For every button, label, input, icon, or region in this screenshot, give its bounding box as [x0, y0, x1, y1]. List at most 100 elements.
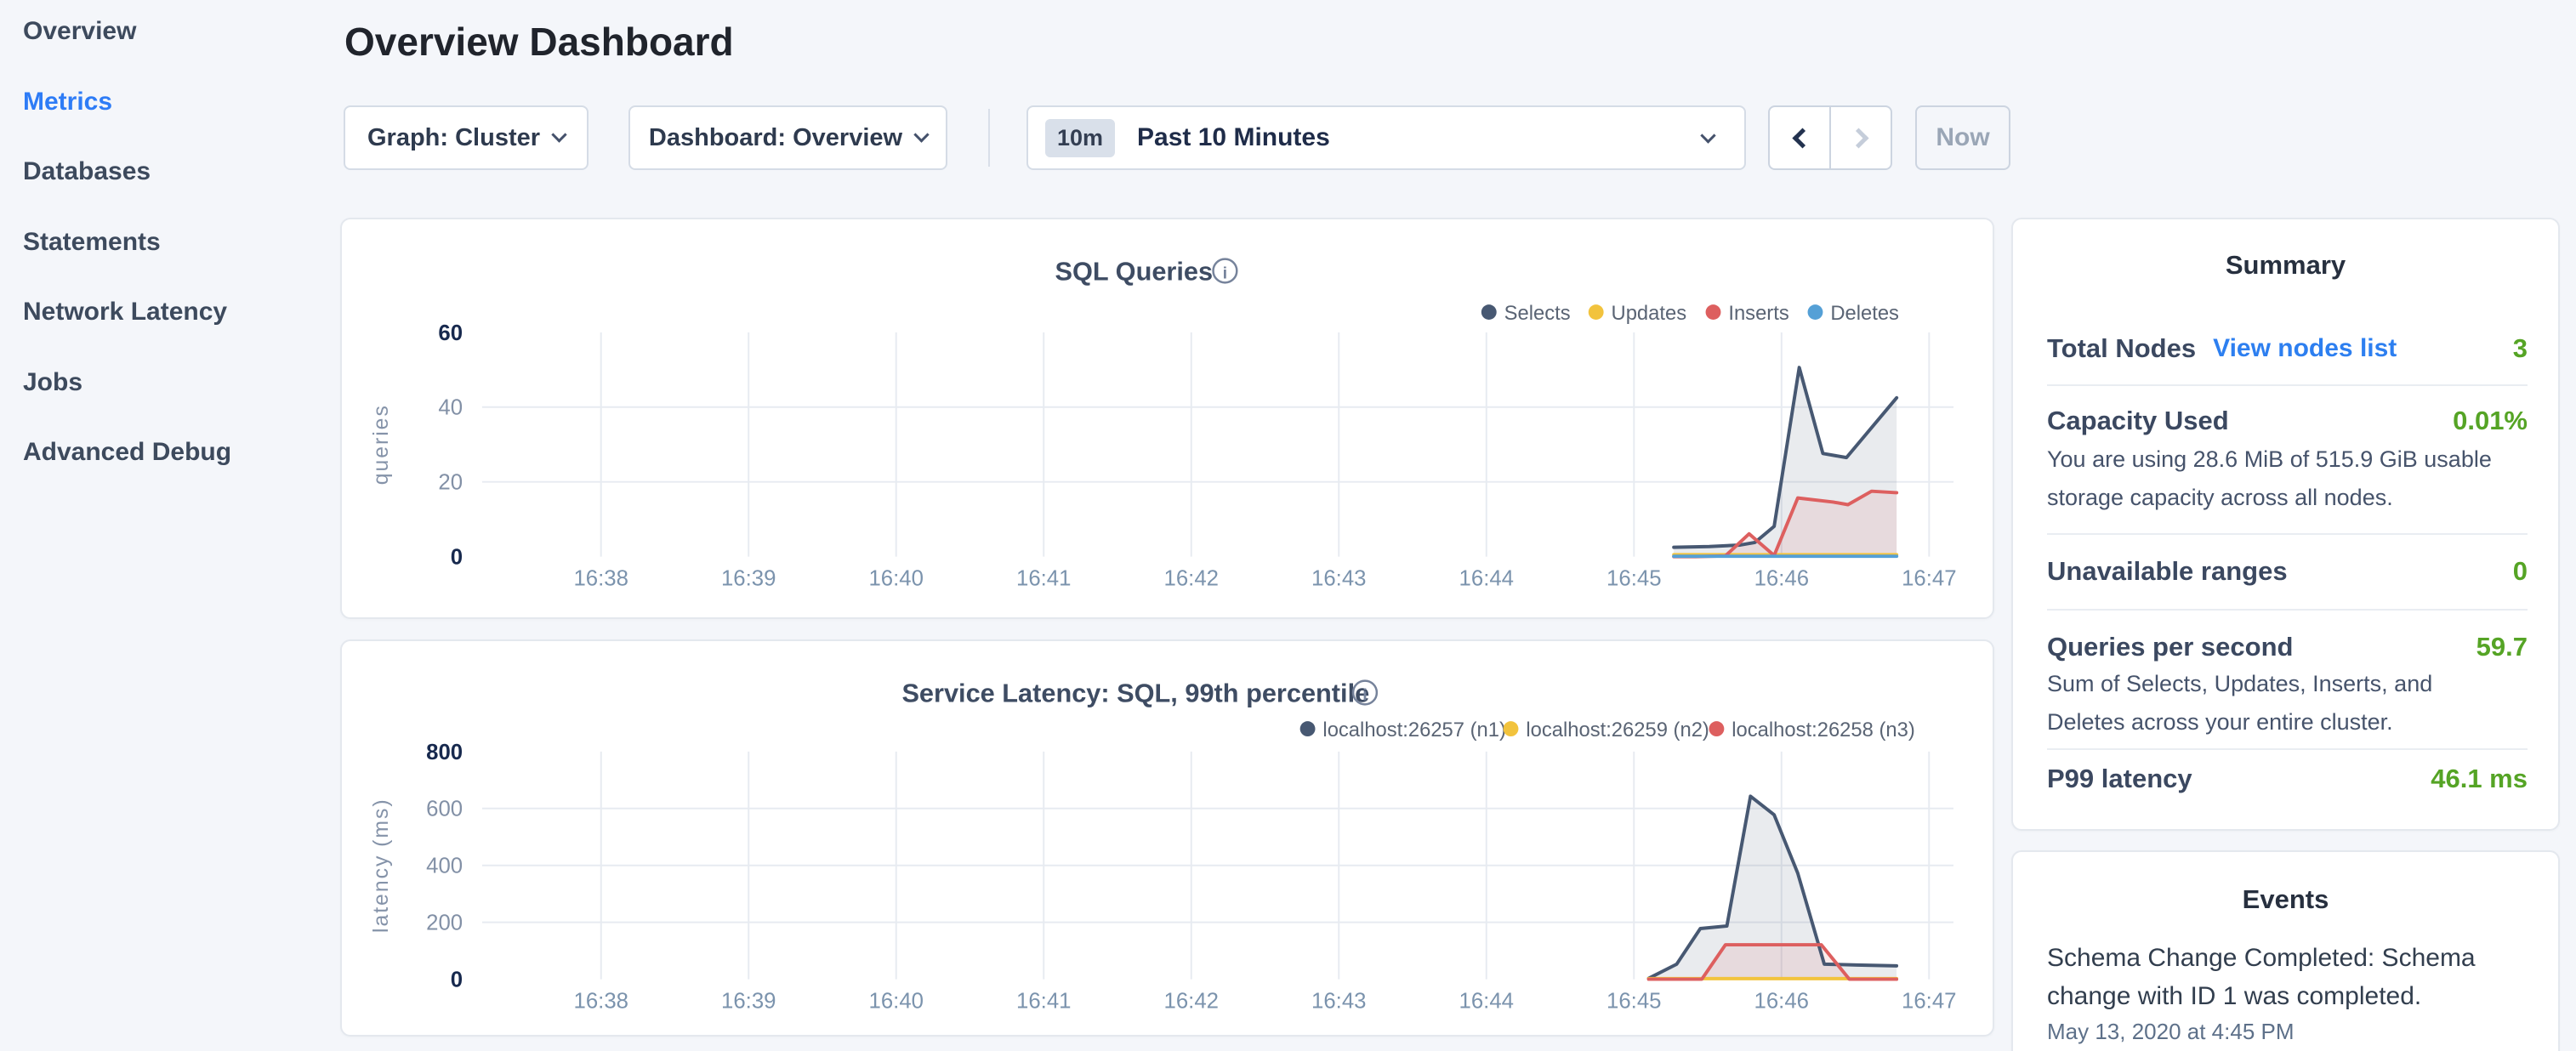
- sidebar-item-statements[interactable]: Statements: [23, 225, 161, 259]
- legend-dot: [1706, 304, 1721, 320]
- y-axis-tick-label: 60: [438, 321, 463, 345]
- x-axis-tick-label: 16:46: [1754, 566, 1809, 590]
- x-axis-tick-label: 16:41: [1016, 566, 1071, 590]
- x-axis-tick-label: 16:41: [1016, 989, 1071, 1013]
- service-latency-chart: 16:3816:3916:4016:4116:4216:4316:4416:45…: [342, 641, 1993, 1035]
- view-nodes-list-link[interactable]: View nodes list: [2213, 334, 2397, 363]
- graph-dropdown[interactable]: Graph: Cluster: [344, 105, 589, 170]
- legend-label: localhost:26258 (n3): [1732, 719, 1915, 741]
- graph-dropdown-label: Graph: Cluster: [367, 124, 540, 152]
- summary-row-queries-per-second: Queries per second 59.7: [2047, 625, 2528, 669]
- page-title: Overview Dashboard: [344, 19, 734, 65]
- x-axis-tick-label: 16:47: [1902, 566, 1956, 590]
- dashboard-dropdown-label: Dashboard: Overview: [649, 124, 902, 152]
- now-button[interactable]: Now: [1915, 105, 2010, 170]
- summary-value: 0: [2513, 556, 2528, 587]
- event-item-timestamp: May 13, 2020 at 4:45 PM: [2047, 1019, 2295, 1045]
- x-axis-tick-label: 16:47: [1902, 989, 1956, 1013]
- sidebar-item-overview[interactable]: Overview: [23, 14, 136, 48]
- sql-queries-chart: 16:3816:3916:4016:4116:4216:4316:4416:45…: [342, 219, 1993, 617]
- time-step-forward-button[interactable]: [1829, 107, 1891, 168]
- x-axis-tick-label: 16:39: [721, 566, 776, 590]
- sidebar: Overview Metrics Databases Statements Ne…: [0, 0, 340, 1051]
- y-axis-tick-label: 800: [426, 741, 463, 764]
- summary-value: 46.1 ms: [2431, 764, 2528, 794]
- time-step-back-button[interactable]: [1770, 107, 1829, 168]
- summary-value: 3: [2513, 333, 2528, 364]
- info-icon-glyph: i: [1362, 685, 1368, 704]
- chart-title: Service Latency: SQL, 99th percentile: [901, 678, 1369, 707]
- summary-row-capacity-used: Capacity Used 0.01%: [2047, 399, 2528, 443]
- y-axis-unit-label: latency (ms): [370, 798, 393, 933]
- y-axis-tick-label: 400: [426, 855, 463, 878]
- event-item-text[interactable]: Schema Change Completed: Schema change w…: [2047, 939, 2519, 1015]
- legend-label: localhost:26259 (n2): [1526, 719, 1709, 741]
- events-title: Events: [2013, 884, 2558, 915]
- summary-label: Total Nodes: [2047, 333, 2196, 364]
- summary-label: Queries per second: [2047, 632, 2293, 662]
- chart-title: SQL Queries: [1055, 256, 1214, 286]
- divider: [2047, 609, 2528, 611]
- legend-dot: [1709, 721, 1724, 736]
- x-axis-tick-label: 16:39: [721, 989, 776, 1013]
- sql-queries-chart-card: 16:3816:3916:4016:4116:4216:4316:4416:45…: [340, 218, 1994, 619]
- y-axis-tick-label: 200: [426, 912, 463, 935]
- x-axis-tick-label: 16:43: [1311, 989, 1366, 1013]
- summary-label: Capacity Used: [2047, 406, 2229, 436]
- sidebar-item-metrics[interactable]: Metrics: [23, 85, 112, 119]
- time-range-selector[interactable]: 10m Past 10 Minutes: [1026, 105, 1746, 170]
- x-axis-tick-label: 16:44: [1459, 566, 1514, 590]
- chevron-down-icon: [1700, 128, 1715, 143]
- time-range-label: Past 10 Minutes: [1137, 123, 1330, 152]
- sidebar-item-databases[interactable]: Databases: [23, 155, 151, 189]
- legend-dot: [1300, 721, 1316, 736]
- x-axis-tick-label: 16:45: [1606, 989, 1661, 1013]
- legend-label: Deletes: [1830, 302, 1899, 325]
- y-axis-unit-label: queries: [370, 404, 393, 485]
- x-axis-tick-label: 16:44: [1459, 989, 1514, 1013]
- legend-label: Inserts: [1728, 302, 1788, 325]
- time-step-buttons: [1768, 105, 1892, 170]
- divider: [2047, 533, 2528, 535]
- summary-title: Summary: [2013, 250, 2558, 281]
- legend-dot: [1481, 304, 1497, 320]
- legend-dot: [1808, 304, 1823, 320]
- summary-label: P99 latency: [2047, 764, 2192, 794]
- legend-dot: [1589, 304, 1604, 320]
- summary-value: 59.7: [2476, 632, 2528, 662]
- x-axis-tick-label: 16:38: [574, 989, 628, 1013]
- summary-value: 0.01%: [2453, 406, 2528, 436]
- summary-row-p99-latency: P99 latency 46.1 ms: [2047, 757, 2528, 801]
- x-axis-tick-label: 16:45: [1606, 566, 1661, 590]
- chevron-left-icon: [1792, 128, 1812, 148]
- dashboard-dropdown[interactable]: Dashboard: Overview: [628, 105, 947, 170]
- events-panel: Events Schema Change Completed: Schema c…: [2011, 850, 2560, 1051]
- sidebar-item-jobs[interactable]: Jobs: [23, 366, 82, 400]
- legend-label: Selects: [1504, 302, 1571, 325]
- x-axis-tick-label: 16:43: [1311, 566, 1366, 590]
- legend-label: localhost:26257 (n1): [1322, 719, 1506, 741]
- summary-description: You are using 28.6 MiB of 515.9 GiB usab…: [2047, 440, 2511, 517]
- chevron-right-icon: [1848, 128, 1868, 148]
- sidebar-item-network-latency[interactable]: Network Latency: [23, 295, 227, 329]
- service-latency-chart-card: 16:3816:3916:4016:4116:4216:4316:4416:45…: [340, 639, 1994, 1037]
- divider: [2047, 384, 2528, 386]
- summary-row-unavailable-ranges: Unavailable ranges 0: [2047, 549, 2528, 594]
- chevron-down-icon: [913, 127, 929, 142]
- y-axis-tick-label: 0: [451, 546, 463, 570]
- x-axis-tick-label: 16:40: [868, 566, 923, 590]
- y-axis-tick-label: 20: [438, 471, 463, 495]
- summary-panel: Summary Total Nodes View nodes list 3 Ca…: [2011, 218, 2560, 831]
- time-range-badge: 10m: [1045, 119, 1115, 157]
- x-axis-tick-label: 16:46: [1754, 989, 1809, 1013]
- divider: [2047, 748, 2528, 750]
- toolbar-divider: [988, 109, 990, 167]
- x-axis-tick-label: 16:42: [1164, 989, 1219, 1013]
- y-axis-tick-label: 0: [451, 968, 463, 991]
- y-axis-tick-label: 40: [438, 396, 463, 420]
- legend-dot: [1504, 721, 1519, 736]
- info-icon-glyph: i: [1223, 264, 1228, 282]
- summary-label: Unavailable ranges: [2047, 556, 2288, 587]
- sidebar-item-advanced-debug[interactable]: Advanced Debug: [23, 435, 231, 469]
- x-axis-tick-label: 16:42: [1164, 566, 1219, 590]
